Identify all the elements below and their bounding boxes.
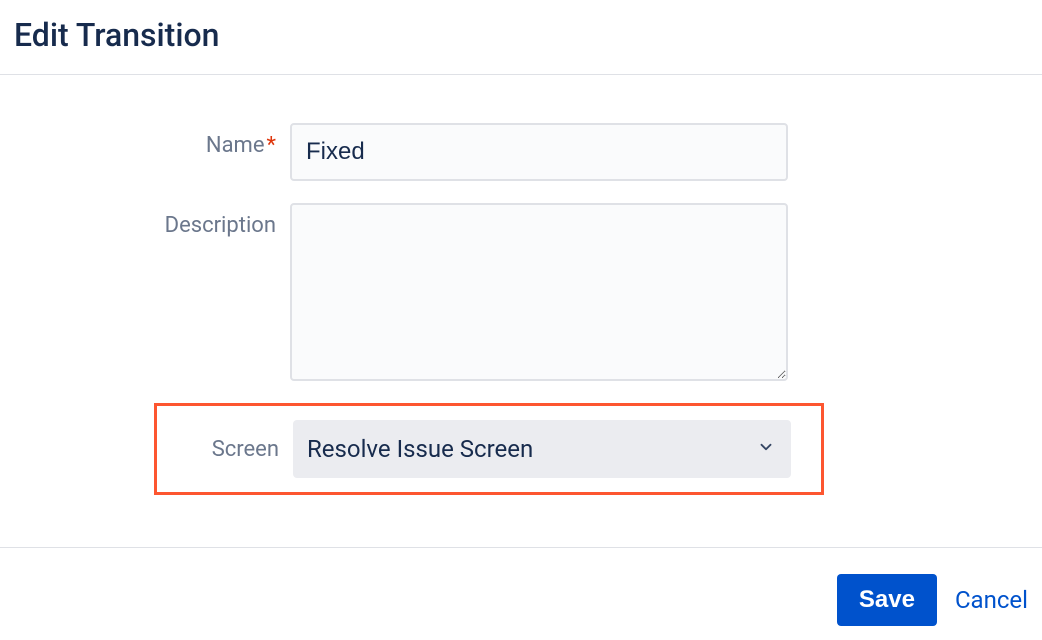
- screen-select-wrapper: Resolve Issue Screen: [293, 420, 791, 478]
- screen-select-value: Resolve Issue Screen: [307, 435, 533, 463]
- screen-row-highlighted: Screen Resolve Issue Screen: [154, 403, 824, 495]
- required-marker: *: [267, 133, 276, 158]
- dialog-title: Edit Transition: [14, 16, 1028, 54]
- dialog-footer: Save Cancel: [0, 547, 1042, 640]
- save-button[interactable]: Save: [837, 574, 937, 626]
- screen-select[interactable]: Resolve Issue Screen: [293, 420, 791, 478]
- description-input[interactable]: [290, 203, 788, 381]
- cancel-link[interactable]: Cancel: [955, 586, 1028, 614]
- dialog-header: Edit Transition: [0, 0, 1042, 75]
- name-input[interactable]: [290, 123, 788, 181]
- description-label: Description: [0, 203, 290, 238]
- dialog-body: Name* Description Screen Resolve Issue S…: [0, 75, 1042, 515]
- screen-label: Screen: [157, 437, 293, 462]
- name-label-text: Name: [206, 133, 265, 158]
- name-label: Name*: [0, 123, 290, 158]
- name-row: Name*: [0, 123, 1042, 181]
- description-row: Description: [0, 203, 1042, 381]
